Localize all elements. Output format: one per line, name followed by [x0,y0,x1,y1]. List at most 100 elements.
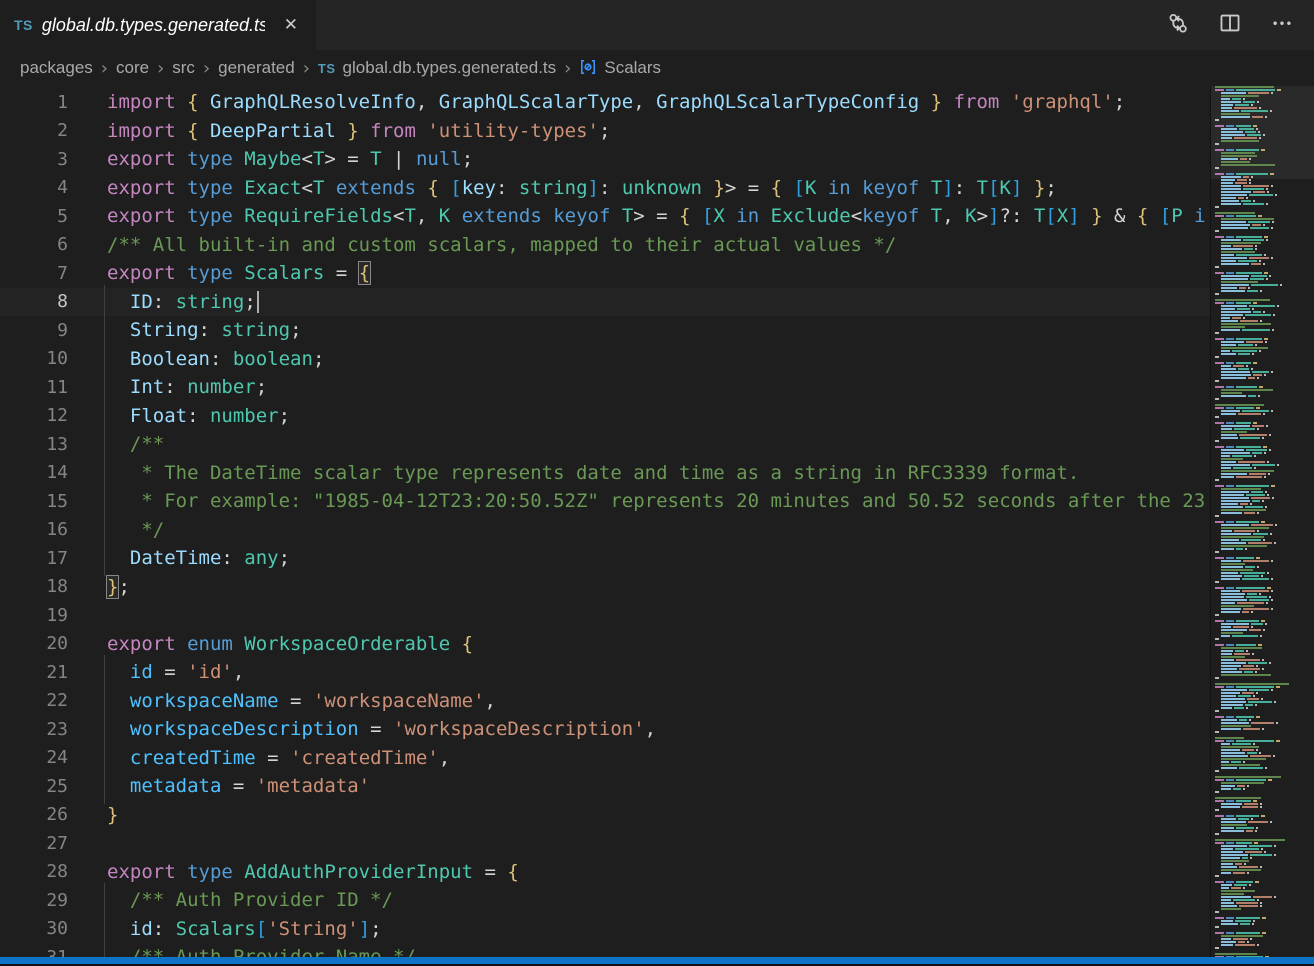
split-editor-button[interactable] [1216,11,1244,39]
code-line[interactable]: 2import { DeepPartial } from 'utility-ty… [0,117,1210,146]
minimap-token [1221,224,1250,226]
code-line[interactable]: 15 * For example: "1985-04-12T23:20:50.5… [0,487,1210,516]
minimap-token [1240,923,1250,925]
code-line[interactable]: 13 /** [0,430,1210,459]
line-number[interactable]: 4 [0,177,68,198]
minimap[interactable] [1210,86,1314,966]
code-line[interactable]: 6/** All built-in and custom scalars, ma… [0,231,1210,260]
code-line[interactable]: 3export type Maybe<T> = T | null; [0,145,1210,174]
breadcrumb-item-src[interactable]: src [172,58,195,78]
line-number[interactable]: 5 [0,206,68,227]
line-number[interactable]: 23 [0,719,68,740]
line-number[interactable]: 21 [0,662,68,683]
minimap-line [1211,446,1314,448]
line-number[interactable]: 25 [0,776,68,797]
code-line[interactable]: 4export type Exact<T extends { [key: str… [0,174,1210,203]
code-line[interactable]: 10 Boolean: boolean; [0,345,1210,374]
line-number[interactable]: 1 [0,92,68,113]
code-token: ; [256,376,267,398]
minimap-token [1247,872,1249,874]
code-line[interactable]: 5export type RequireFields<T, K extends … [0,202,1210,231]
code-line[interactable]: 21 id = 'id', [0,658,1210,687]
minimap-token [1247,134,1261,136]
minimap-token [1221,191,1251,193]
close-tab-icon[interactable]: ✕ [280,13,302,37]
line-number[interactable]: 16 [0,519,68,540]
line-number[interactable]: 15 [0,491,68,512]
code-line[interactable]: 26} [0,801,1210,830]
code-line[interactable]: 30 id: Scalars['String']; [0,915,1210,944]
line-number[interactable]: 12 [0,405,68,426]
minimap-line [1211,332,1314,334]
line-number[interactable]: 11 [0,377,68,398]
code-line[interactable]: 18}; [0,573,1210,602]
code-line[interactable]: 22 workspaceName = 'workspaceName', [0,687,1210,716]
code-line[interactable]: 19 [0,601,1210,630]
line-number[interactable]: 10 [0,348,68,369]
line-number[interactable]: 3 [0,149,68,170]
line-number[interactable]: 19 [0,605,68,626]
code-line[interactable]: 12 Float: number; [0,402,1210,431]
line-number[interactable]: 9 [0,320,68,341]
code-line[interactable]: 25 metadata = 'metadata' [0,772,1210,801]
line-number[interactable]: 8 [0,291,68,312]
minimap-token [1215,716,1224,718]
code-token: type [187,861,244,883]
code-line[interactable]: 24 createdTime = 'createdTime', [0,744,1210,773]
breadcrumb-item-packages[interactable]: packages [20,58,93,78]
line-number[interactable]: 20 [0,633,68,654]
code-line[interactable]: 27 [0,829,1210,858]
line-number[interactable]: 17 [0,548,68,569]
code-line[interactable]: 14 * The DateTime scalar type represents… [0,459,1210,488]
minimap-token [1226,446,1234,448]
line-number[interactable]: 13 [0,434,68,455]
code-line[interactable]: 16 */ [0,516,1210,545]
line-number[interactable]: 2 [0,120,68,141]
code-line[interactable]: 9 String: string; [0,316,1210,345]
code-line[interactable]: 11 Int: number; [0,373,1210,402]
code-line[interactable]: 8 ID: string; [0,288,1210,317]
minimap-token [1277,464,1279,466]
minimap-token [1238,941,1245,943]
line-number[interactable]: 14 [0,462,68,483]
breadcrumb-item-global-db-types-generated-ts[interactable]: TSglobal.db.types.generated.ts [318,58,556,78]
minimap-token [1221,194,1247,196]
code-token: , [233,661,244,683]
code-line[interactable]: 1import { GraphQLResolveInfo, GraphQLSca… [0,88,1210,117]
line-number[interactable]: 18 [0,576,68,597]
minimap-token [1271,560,1273,562]
line-number[interactable]: 24 [0,747,68,768]
line-number[interactable]: 30 [0,918,68,939]
breadcrumb-item-scalars[interactable]: Scalars [579,58,661,78]
minimap-line [1211,926,1314,928]
more-actions-button[interactable] [1268,11,1296,39]
minimap-token [1236,800,1251,802]
code-line[interactable]: 7export type Scalars = { [0,259,1210,288]
code-token: : [153,291,176,313]
breadcrumb-item-generated[interactable]: generated [218,58,295,78]
line-number[interactable]: 27 [0,833,68,854]
line-number[interactable]: 29 [0,890,68,911]
open-changes-button[interactable] [1164,11,1192,39]
line-number[interactable]: 22 [0,690,68,711]
code-line[interactable]: 29 /** Auth Provider ID */ [0,886,1210,915]
minimap-token [1221,944,1233,946]
minimap-token [1276,686,1280,688]
line-number[interactable]: 7 [0,263,68,284]
code-line[interactable]: 23 workspaceDescription = 'workspaceDesc… [0,715,1210,744]
minimap-line [1211,509,1314,511]
code-editor[interactable]: 1import { GraphQLResolveInfo, GraphQLSca… [0,86,1210,966]
line-number[interactable]: 26 [0,804,68,825]
code-line[interactable]: 28export type AddAuthProviderInput = { [0,858,1210,887]
minimap-token [1236,557,1254,559]
minimap-token [1246,596,1267,598]
code-line[interactable]: 17 DateTime: any; [0,544,1210,573]
minimap-token [1250,854,1272,856]
tab-global-db-types-generated-ts[interactable]: TS global.db.types.generated.ts ✕ [0,0,316,50]
breadcrumb-item-core[interactable]: core [116,58,149,78]
code-token: : [496,177,519,199]
minimap-token [1243,203,1264,205]
line-number[interactable]: 28 [0,861,68,882]
line-number[interactable]: 6 [0,234,68,255]
code-line[interactable]: 20export enum WorkspaceOrderable { [0,630,1210,659]
